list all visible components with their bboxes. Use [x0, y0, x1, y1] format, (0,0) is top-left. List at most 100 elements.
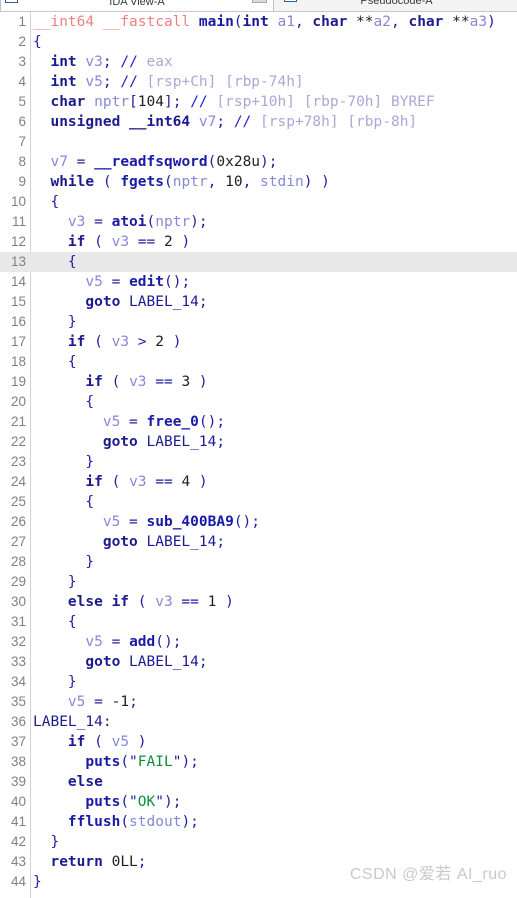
token-type: goto: [85, 654, 121, 670]
code-line[interactable]: 5 char nptr[104]; // [rsp+10h] [rbp-70h]…: [0, 92, 517, 112]
close-icon[interactable]: [252, 0, 267, 3]
code-line[interactable]: 39 else: [0, 772, 517, 792]
token-var: v5: [85, 634, 103, 650]
token-punct: ;: [216, 114, 234, 130]
code-line[interactable]: 2{: [0, 32, 517, 52]
code-line[interactable]: 23 }: [0, 452, 517, 472]
code-line[interactable]: 4 int v5; // [rsp+Ch] [rbp-74h]: [0, 72, 517, 92]
token-num: 4: [181, 474, 191, 490]
code-line[interactable]: 30 else if ( v3 == 1 ): [0, 592, 517, 612]
window-tab-strip: IDA View-A Pseudocode-A: [0, 0, 517, 12]
code-line[interactable]: 40 puts("OK");: [0, 792, 517, 812]
token-fn: sub_400BA9: [146, 514, 234, 530]
line-text: {: [33, 352, 77, 372]
token-plain: **: [443, 14, 470, 30]
token-punct: (: [129, 594, 156, 610]
line-number: 21: [10, 414, 26, 429]
code-line[interactable]: 35 v5 = -1;: [0, 692, 517, 712]
code-line[interactable]: 1 __int64 __fastcall main(int a1, char **…: [0, 12, 517, 32]
token-fn: puts: [85, 754, 121, 770]
code-line[interactable]: 32 v5 = add();: [0, 632, 517, 652]
code-line[interactable]: 31 {: [0, 612, 517, 632]
code-line[interactable]: 22 goto LABEL_14;: [0, 432, 517, 452]
code-line[interactable]: 3 int v3; // eax: [0, 52, 517, 72]
token-punct: }: [85, 554, 95, 570]
token-punct: ==: [172, 594, 208, 610]
line-text: unsigned __int64 v7; // [rsp+78h] [rbp-8…: [33, 112, 417, 132]
token-punct: ;: [102, 54, 121, 70]
code-line[interactable]: 20 {: [0, 392, 517, 412]
code-line[interactable]: 7: [0, 132, 517, 152]
token-punct: ();: [233, 514, 261, 530]
code-line[interactable]: 10 {: [0, 192, 517, 212]
code-line[interactable]: 38 puts("FAIL");: [0, 752, 517, 772]
code-line[interactable]: 15 goto LABEL_14;: [0, 292, 517, 312]
code-line[interactable]: 34 }: [0, 672, 517, 692]
token-punct: :: [102, 714, 112, 730]
line-number: 11: [11, 214, 26, 229]
line-number: 26: [10, 514, 26, 529]
line-text: goto LABEL_14;: [33, 652, 207, 672]
code-line[interactable]: 28 }: [0, 552, 517, 572]
code-line[interactable]: 42 }: [0, 832, 517, 852]
token-punct: ==: [129, 234, 164, 250]
code-line[interactable]: 33 goto LABEL_14;: [0, 652, 517, 672]
line-text: v5 = sub_400BA9();: [33, 512, 260, 532]
line-number: 30: [10, 594, 26, 609]
code-line[interactable]: 29 }: [0, 572, 517, 592]
line-text: {: [33, 392, 94, 412]
line-number: 28: [10, 554, 26, 569]
token-punct: (: [94, 174, 121, 190]
tab-ida-view-a-label: IDA View-A: [109, 0, 165, 8]
code-line[interactable]: 17 if ( v3 > 2 ): [0, 332, 517, 352]
tab-pseudocode-a-label: Pseudocode-A: [360, 0, 433, 7]
token-str: OK: [137, 794, 156, 810]
line-number: 42: [10, 834, 26, 849]
code-line[interactable]: 8 v7 = __readfsqword(0x28u);: [0, 152, 517, 172]
code-line[interactable]: 18 {: [0, 352, 517, 372]
code-line[interactable]: 12 if ( v3 == 2 ): [0, 232, 517, 252]
token-punct: ): [172, 234, 191, 250]
token-punct: =: [85, 694, 112, 710]
code-line[interactable]: 13 {: [0, 252, 517, 272]
code-line[interactable]: 19 if ( v3 == 3 ): [0, 372, 517, 392]
line-text: }: [33, 872, 42, 892]
line-text: }: [33, 832, 59, 852]
code-line[interactable]: 11 v3 = atoi(nptr);: [0, 212, 517, 232]
tab-pseudocode-a[interactable]: Pseudocode-A: [276, 0, 517, 11]
token-var: v5: [111, 734, 130, 750]
code-line[interactable]: 26 v5 = sub_400BA9();: [0, 512, 517, 532]
code-line[interactable]: 25 {: [0, 492, 517, 512]
code-line[interactable]: 37 if ( v5 ): [0, 732, 517, 752]
token-punct: ,: [294, 14, 313, 30]
token-kw: __int64 __fastcall: [33, 14, 199, 30]
line-number: 17: [10, 334, 26, 349]
line-number: 25: [10, 494, 26, 509]
token-punct: {: [67, 354, 77, 370]
code-line[interactable]: 27 goto LABEL_14;: [0, 532, 517, 552]
code-line[interactable]: 16 }: [0, 312, 517, 332]
code-line[interactable]: 41 fflush(stdout);: [0, 812, 517, 832]
code-line[interactable]: 6 unsigned __int64 v7; // [rsp+78h] [rbp…: [0, 112, 517, 132]
token-punct: ): [487, 14, 496, 30]
token-var: v7: [50, 154, 68, 170]
pseudocode-editor[interactable]: 1 __int64 __fastcall main(int a1, char **…: [0, 12, 517, 898]
code-line[interactable]: 24 if ( v3 == 4 ): [0, 472, 517, 492]
tab-ida-view-a[interactable]: IDA View-A: [0, 0, 274, 11]
code-line[interactable]: 36 LABEL_14:: [0, 712, 517, 732]
code-line[interactable]: 14 v5 = edit();: [0, 272, 517, 292]
line-text: v5 = add();: [33, 632, 181, 652]
code-line[interactable]: 9 while ( fgets(nptr, 10, stdin) ): [0, 172, 517, 192]
token-type: else if: [67, 594, 130, 610]
token-punct: =: [102, 274, 130, 290]
line-text: while ( fgets(nptr, 10, stdin) ): [33, 172, 329, 192]
code-line[interactable]: 21 v5 = free_0();: [0, 412, 517, 432]
